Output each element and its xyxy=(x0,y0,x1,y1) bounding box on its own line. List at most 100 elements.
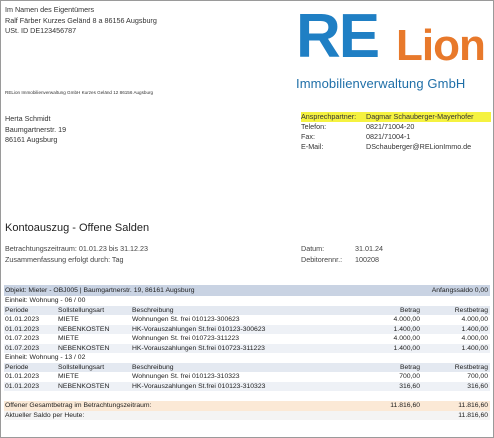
cell-desc: Wohnungen St. frei 010123-310323 xyxy=(132,373,240,380)
current-balance-value: 11.816,60 xyxy=(458,411,488,419)
cell-type: MIETE xyxy=(58,316,79,323)
unit-header: Einheit: Wohnung - 13 / 02 xyxy=(4,353,490,363)
cell-amount: 700,00 xyxy=(399,373,420,380)
cell-desc: HK-Vorauszahlungen St.frei 010123-310323 xyxy=(132,382,266,390)
cell-rest: 700,00 xyxy=(467,373,488,380)
cell-rest: 4.000,00 xyxy=(461,335,488,342)
table-row: 01.01.2023 NEBENKOSTEN HK-Vorauszahlunge… xyxy=(4,324,490,334)
current-balance-row: Aktueller Saldo per Heute: 11.816,60 xyxy=(4,410,490,420)
col-desc: Beschreibung xyxy=(132,306,174,314)
col-type: Sollstellungsart xyxy=(58,306,105,314)
cell-period: 01.07.2023 xyxy=(5,344,40,352)
logo-re: RE xyxy=(296,2,380,71)
table-row: 01.01.2023 MIETE Wohnungen St. frei 0101… xyxy=(4,372,490,382)
cell-desc: Wohnungen St. frei 010123-300623 xyxy=(132,316,240,323)
cell-amount: 316,60 xyxy=(399,382,420,390)
cell-amount: 4.000,00 xyxy=(393,335,420,342)
cell-amount: 1.400,00 xyxy=(393,325,420,333)
col-rest: Restbetrag xyxy=(454,363,488,371)
col-period: Periode xyxy=(5,363,29,371)
recipient-street: Baumgartnerstr. 19 xyxy=(5,124,67,134)
page-title: Kontoauszug - Offene Salden xyxy=(5,222,150,234)
table-row: 01.07.2023 MIETE Wohnungen St. frei 0107… xyxy=(4,334,490,344)
cell-period: 01.01.2023 xyxy=(5,325,40,333)
col-period: Periode xyxy=(5,306,29,314)
cell-amount: 4.000,00 xyxy=(393,316,420,323)
unit-label: Einheit: Wohnung - 06 / 00 xyxy=(5,297,86,304)
contact-person-row: Ansprechpartner: Dagmar Schauberger-Maye… xyxy=(301,112,491,122)
owner-block: Im Namen des Eigentümers Ralf Färber Kur… xyxy=(5,5,157,37)
unit-label: Einheit: Wohnung - 13 / 02 xyxy=(5,354,86,361)
logo-lion: Lion xyxy=(396,21,486,70)
contact-phone-label: Telefon: xyxy=(301,122,327,131)
unit-header: Einheit: Wohnung - 06 / 00 xyxy=(4,296,490,306)
logo-subtitle: Immobilienverwaltung GmbH xyxy=(296,76,466,91)
object-row: Objekt: Mieter - OBJ005 | Baumgartnerstr… xyxy=(4,285,490,296)
contact-block: Ansprechpartner: Dagmar Schauberger-Maye… xyxy=(301,112,491,152)
opening-balance: Anfangssaldo 0,00 xyxy=(431,287,488,294)
cell-type: NEBENKOSTEN xyxy=(58,325,110,333)
cell-type: NEBENKOSTEN xyxy=(58,382,110,390)
cell-rest: 1.400,00 xyxy=(461,344,488,352)
table-row: 01.07.2023 NEBENKOSTEN HK-Vorauszahlunge… xyxy=(4,343,490,353)
owner-line-3: USt. ID DE123456787 xyxy=(5,26,77,35)
object-label: Objekt: Mieter - OBJ005 | Baumgartnerstr… xyxy=(5,287,195,294)
recipient-city: 86161 Augsburg xyxy=(5,135,58,144)
cell-period: 01.01.2023 xyxy=(5,382,40,390)
recipient-address: Herta Schmidt Baumgartnerstr. 19 86161 A… xyxy=(5,114,66,146)
cell-type: NEBENKOSTEN xyxy=(58,344,110,352)
cell-desc: HK-Vorauszahlungen St.frei 010723-311223 xyxy=(132,344,265,352)
recipient-name: Herta Schmidt xyxy=(5,114,51,123)
contact-email-value[interactable]: DSchauberger@RELionImmo.de xyxy=(366,142,471,151)
statement-table: Objekt: Mieter - OBJ005 | Baumgartnerstr… xyxy=(4,285,490,420)
total-label: Offener Gesamtbetrag im Betrachtungszeit… xyxy=(5,402,152,409)
debtor-label: Debitorennr.: xyxy=(301,254,343,264)
total-amount: 11.816,60 xyxy=(390,402,420,409)
document-meta: Datum: 31.01.24 Debitorennr.: 100208 xyxy=(301,244,451,265)
cell-desc: HK-Vorauszahlungen St.frei 010123-300623 xyxy=(132,325,266,333)
contact-phone-row: Telefon: 0821/71004-20 xyxy=(301,122,491,132)
date-row: Datum: 31.01.24 xyxy=(301,244,451,255)
debtor-row: Debitorennr.: 100208 xyxy=(301,255,451,266)
column-header-row: Periode Sollstellungsart Beschreibung Be… xyxy=(4,362,490,372)
sender-line: RELion Immobilienverwaltung GmbH Kurzes … xyxy=(5,90,154,95)
contact-person-value: Dagmar Schauberger-Mayerhofer xyxy=(366,112,474,121)
date-value: 31.01.24 xyxy=(355,244,383,253)
owner-line-2: Ralf Färber Kurzes Geländ 8 a 86156 Augs… xyxy=(5,15,157,25)
cell-type: MIETE xyxy=(58,373,79,380)
contact-email-row: E-Mail: DSchauberger@RELionImmo.de xyxy=(301,142,491,152)
contact-email-label: E-Mail: xyxy=(301,142,324,151)
contact-fax-label: Fax: xyxy=(301,132,315,141)
table-row: 01.01.2023 NEBENKOSTEN HK-Vorauszahlunge… xyxy=(4,381,490,391)
col-rest: Restbetrag xyxy=(454,306,488,314)
table-row: 01.01.2023 MIETE Wohnungen St. frei 0101… xyxy=(4,315,490,325)
summary-text: Zusammenfassung erfolgt durch: Tag xyxy=(5,254,124,264)
col-type: Sollstellungsart xyxy=(58,363,105,371)
cell-period: 01.01.2023 xyxy=(5,373,40,380)
date-label: Datum: xyxy=(301,244,325,253)
col-amount: Betrag xyxy=(399,306,420,314)
contact-phone-value: 0821/71004-20 xyxy=(366,122,415,131)
debtor-value: 100208 xyxy=(355,254,379,264)
col-amount: Betrag xyxy=(399,363,420,371)
current-balance-label: Aktueller Saldo per Heute: xyxy=(5,411,85,419)
period-info: Betrachtungszeitraum: 01.01.23 bis 31.12… xyxy=(5,244,148,265)
company-logo: RE Lion Immobilienverwaltung GmbH xyxy=(292,6,488,98)
column-header-row: Periode Sollstellungsart Beschreibung Be… xyxy=(4,305,490,315)
contact-person-label: Ansprechpartner: xyxy=(301,112,357,121)
col-desc: Beschreibung xyxy=(132,363,174,371)
cell-period: 01.07.2023 xyxy=(5,335,40,342)
total-row: Offener Gesamtbetrag im Betrachtungszeit… xyxy=(4,401,490,411)
contact-fax-row: Fax: 0821/71004-1 xyxy=(301,132,491,142)
cell-amount: 1.400,00 xyxy=(393,344,420,352)
cell-period: 01.01.2023 xyxy=(5,316,40,323)
total-rest: 11.816,60 xyxy=(458,402,488,409)
cell-rest: 1.400,00 xyxy=(461,325,488,333)
cell-rest: 316,60 xyxy=(467,382,488,390)
cell-rest: 4.000,00 xyxy=(461,316,488,323)
contact-fax-value: 0821/71004-1 xyxy=(366,132,411,141)
period-text: Betrachtungszeitraum: 01.01.23 bis 31.12… xyxy=(5,244,149,253)
owner-line-1: Im Namen des Eigentümers xyxy=(5,5,95,14)
cell-type: MIETE xyxy=(58,335,79,342)
